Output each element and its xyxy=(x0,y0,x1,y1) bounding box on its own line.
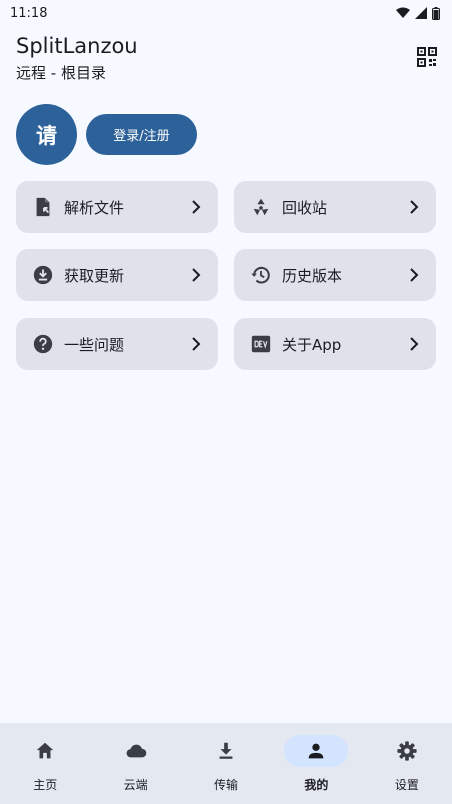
person-icon xyxy=(309,743,324,759)
bottom-nav: 主页 云端 传输 我的 设置 xyxy=(0,723,452,804)
chevron-right-icon xyxy=(410,200,419,214)
chevron-right-icon xyxy=(192,268,201,282)
nav-item-settings[interactable]: 设置 xyxy=(362,723,452,804)
nav-item-mine[interactable]: 我的 xyxy=(271,723,361,804)
battery-icon xyxy=(432,6,440,20)
card-faq[interactable]: 一些问题 xyxy=(16,318,218,370)
status-bar: 11:18 xyxy=(0,0,452,26)
recycle-icon xyxy=(253,198,269,216)
card-parse-file[interactable]: 解析文件 xyxy=(16,181,218,233)
download-icon xyxy=(219,742,233,759)
nav-label: 设置 xyxy=(394,778,419,792)
chevron-right-icon xyxy=(410,268,419,282)
qr-scan-icon xyxy=(417,47,437,67)
app-title: SplitLanzou xyxy=(16,34,138,58)
card-get-update[interactable]: 获取更新 xyxy=(16,249,218,301)
card-label: 获取更新 xyxy=(64,266,125,285)
card-about-app[interactable]: 关于App xyxy=(234,318,436,370)
status-time: 11:18 xyxy=(10,5,48,21)
chevron-right-icon xyxy=(192,337,201,351)
card-label: 回收站 xyxy=(282,198,328,217)
avatar[interactable]: 请 xyxy=(16,104,77,165)
dev-icon xyxy=(251,335,271,353)
card-label: 关于App xyxy=(282,335,342,354)
home-icon xyxy=(36,742,54,759)
nav-item-cloud[interactable]: 云端 xyxy=(90,723,180,804)
chevron-right-icon xyxy=(192,200,201,214)
card-history-version[interactable]: 历史版本 xyxy=(234,249,436,301)
card-label: 解析文件 xyxy=(64,198,125,217)
signal-icon xyxy=(415,7,427,19)
card-label: 历史版本 xyxy=(282,266,343,285)
cloud-icon xyxy=(126,744,146,758)
download-circle-icon xyxy=(33,265,53,285)
chevron-right-icon xyxy=(410,337,419,351)
login-register-button[interactable]: 登录/注册 xyxy=(86,114,197,155)
gear-icon xyxy=(397,741,417,761)
card-recycle-bin[interactable]: 回收站 xyxy=(234,181,436,233)
app-subtitle: 远程 - 根目录 xyxy=(16,64,106,82)
nav-label: 我的 xyxy=(304,778,329,792)
nav-item-home[interactable]: 主页 xyxy=(0,723,90,804)
history-icon xyxy=(251,266,270,284)
wifi-icon xyxy=(396,7,410,18)
nav-label: 主页 xyxy=(33,778,58,792)
help-icon xyxy=(33,334,53,354)
file-parse-icon xyxy=(36,197,50,217)
nav-label: 云端 xyxy=(123,778,148,792)
qr-scan-button[interactable] xyxy=(415,45,439,69)
nav-label: 传输 xyxy=(214,778,239,792)
status-icons xyxy=(396,6,440,20)
card-label: 一些问题 xyxy=(64,335,125,354)
nav-item-transfer[interactable]: 传输 xyxy=(181,723,271,804)
